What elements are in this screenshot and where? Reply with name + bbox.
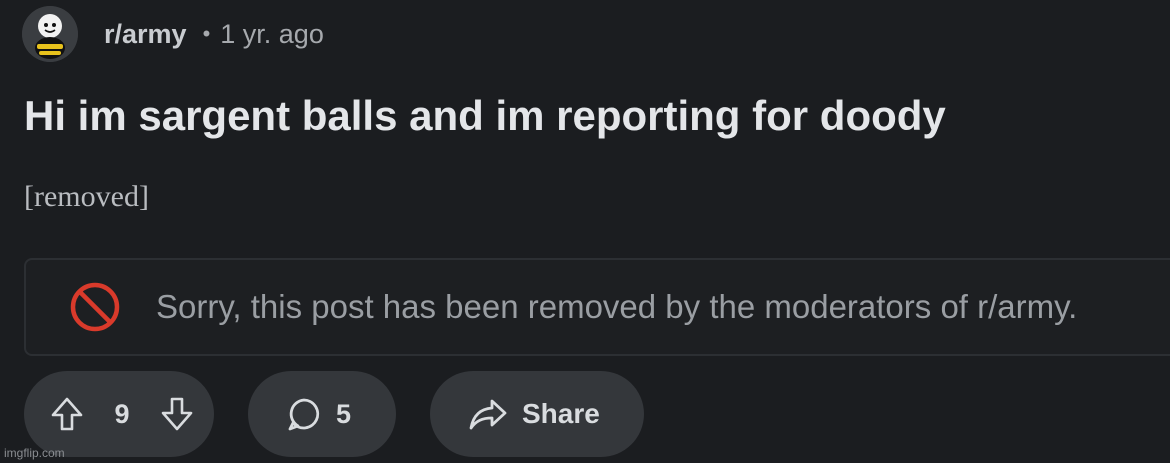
post-card: r/army • 1 yr. ago Hi im sargent balls a… bbox=[0, 0, 1170, 463]
action-bar: 9 5 Share bbox=[24, 370, 644, 458]
watermark: imgflip.com bbox=[4, 446, 65, 460]
post-age: 1 yr. ago bbox=[220, 18, 324, 49]
share-button[interactable]: Share bbox=[430, 371, 644, 457]
upvote-icon[interactable] bbox=[50, 396, 84, 432]
subreddit-link[interactable]: r/army bbox=[104, 19, 187, 50]
prohibited-icon bbox=[70, 282, 120, 332]
comment-bubble-icon bbox=[288, 398, 320, 431]
post-body: [removed] bbox=[24, 180, 149, 213]
downvote-icon[interactable] bbox=[160, 396, 194, 432]
removal-notice-text: Sorry, this post has been removed by the… bbox=[156, 288, 1078, 325]
share-arrow-icon bbox=[469, 399, 507, 430]
removal-notice: Sorry, this post has been removed by the… bbox=[24, 258, 1170, 356]
comments-button[interactable]: 5 bbox=[248, 371, 396, 457]
vote-count: 9 bbox=[114, 398, 130, 429]
comment-count: 5 bbox=[336, 398, 352, 429]
bee-mascot-icon bbox=[22, 6, 78, 62]
subreddit-avatar[interactable] bbox=[22, 6, 78, 62]
meta-separator: • bbox=[202, 21, 211, 46]
post-header: r/army • 1 yr. ago bbox=[22, 6, 324, 62]
post-title[interactable]: Hi im sargent balls and im reporting for… bbox=[24, 92, 946, 140]
vote-control: 9 bbox=[24, 371, 214, 457]
share-label: Share bbox=[522, 398, 600, 429]
